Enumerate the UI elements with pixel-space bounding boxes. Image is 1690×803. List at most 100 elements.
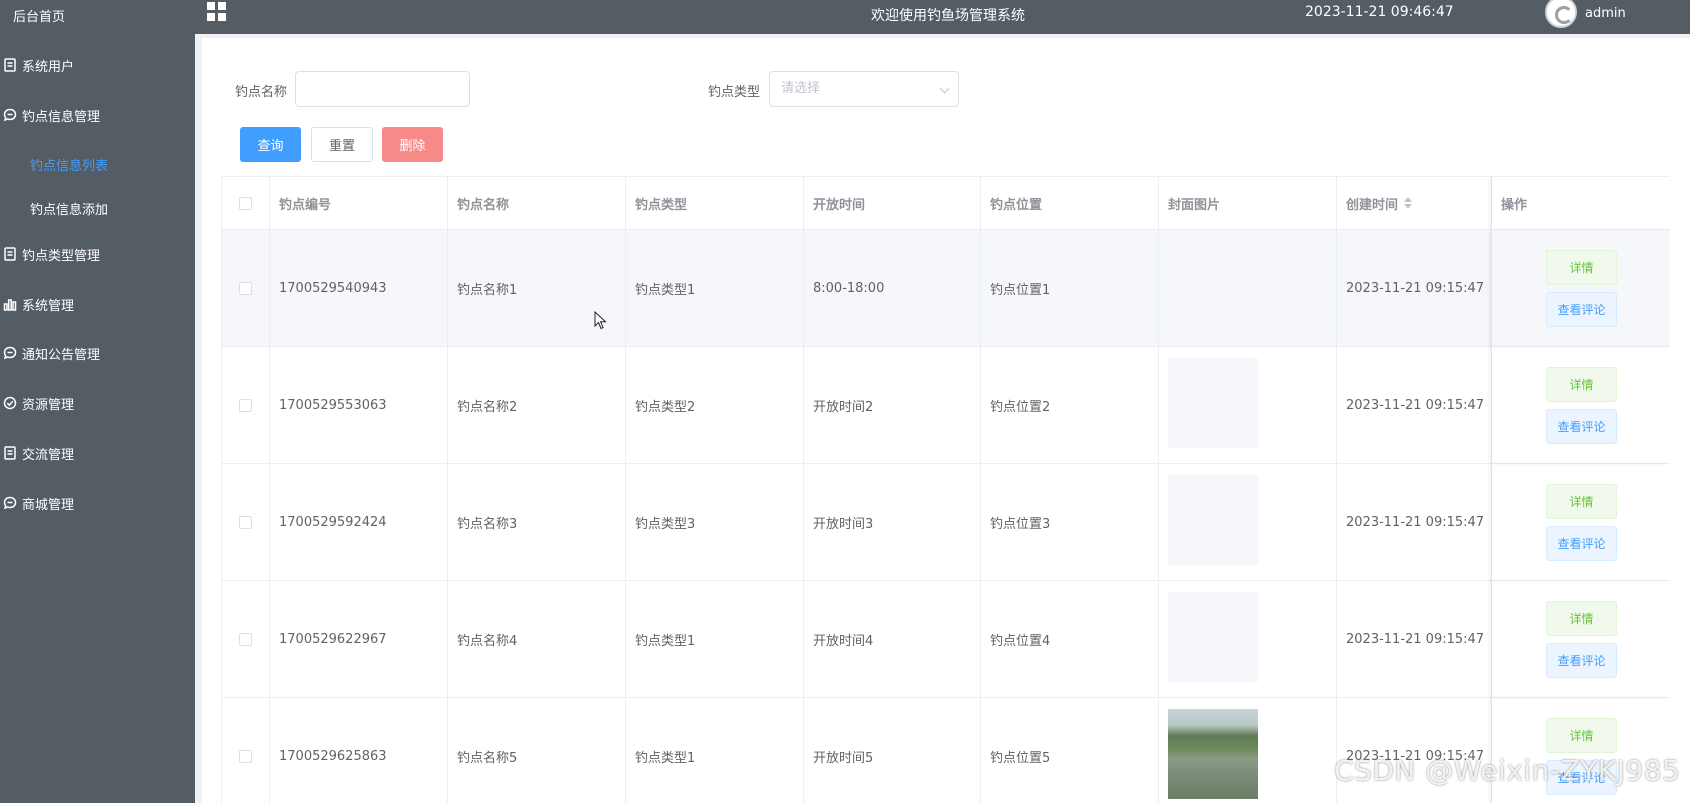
row-checkbox[interactable] [239,632,252,646]
sidebar-item-spot-info[interactable]: 钓点信息管理 [0,103,195,127]
table-cell-type: 钓点类型2 [626,347,804,464]
sidebar-item-mall[interactable]: 商城管理 [0,491,195,515]
table-cell-open-time: 8:00-18:00 [804,230,981,347]
sidebar-item-resource[interactable]: 资源管理 [0,391,195,415]
sidebar-item-label: 钓点类型管理 [22,248,101,264]
view-comments-button[interactable]: 查看评论 [1546,292,1617,327]
delete-button[interactable]: 删除 [382,127,443,162]
sidebar-item-system-users[interactable]: 系统用户 [0,53,195,77]
table-cell-location: 钓点位置3 [981,464,1159,581]
table-cell-created: 2023-11-21 09:15:47 [1337,581,1492,698]
avatar[interactable] [1545,0,1577,28]
document-icon [2,57,18,73]
header-title: 欢迎使用钓鱼场管理系统 [871,8,1025,24]
table-cell-created: 2023-11-21 09:15:47 [1337,698,1492,803]
table-row-checkbox-cell [222,230,270,347]
view-comments-button[interactable]: 查看评论 [1546,409,1617,444]
table-row-checkbox-cell [222,464,270,581]
table-cell-name: 钓点名称5 [448,698,626,803]
row-checkbox[interactable] [239,398,252,412]
sidebar-item-notice[interactable]: 通知公告管理 [0,341,195,365]
table-row-checkbox-cell [222,698,270,803]
reset-button[interactable]: 重置 [311,127,373,162]
row-checkbox[interactable] [239,515,252,529]
detail-button[interactable]: 详情 [1546,367,1617,402]
sidebar-item-label: 系统管理 [22,298,75,314]
spot-type-placeholder: 请选择 [781,81,821,96]
table-cell-open-time: 开放时间2 [804,347,981,464]
table-cell-type: 钓点类型1 [626,698,804,803]
detail-button[interactable]: 详情 [1546,718,1617,753]
table-cell-cover [1159,230,1337,347]
select-all-checkbox[interactable] [239,196,252,210]
sidebar-item-label: 通知公告管理 [22,347,101,363]
bar-chart-icon [2,296,18,312]
table-cell-open-time: 开放时间3 [804,464,981,581]
spot-type-select[interactable]: 请选择 [769,71,959,107]
top-header: 欢迎使用钓鱼场管理系统 2023-11-21 09:46:47 admin [195,0,1690,34]
query-button[interactable]: 查询 [240,127,301,162]
col-header-name: 钓点名称 [448,177,626,230]
detail-button[interactable]: 详情 [1546,250,1617,285]
table-cell-id: 1700529592424 [270,464,448,581]
sidebar-item-exchange[interactable]: 交流管理 [0,441,195,465]
col-header-actions: 操作 [1492,177,1670,230]
spot-type-label: 钓点类型 [708,85,761,100]
table-row-checkbox-cell [222,581,270,698]
table-cell-type: 钓点类型1 [626,230,804,347]
cover-image[interactable] [1168,475,1258,565]
watermark: CSDN @Weixin-ZYKJ985 [1334,754,1681,787]
chat-icon [2,107,18,123]
table-cell-name: 钓点名称2 [448,347,626,464]
sidebar-item-label: 系统用户 [22,59,75,75]
table-cell-actions [1492,464,1670,581]
chat-icon [2,345,18,361]
row-checkbox[interactable] [239,281,252,295]
table-cell-id: 1700529553063 [270,347,448,464]
col-header-created[interactable]: 创建时间 [1337,177,1492,230]
col-header-type: 钓点类型 [626,177,804,230]
table-cell-open-time: 开放时间4 [804,581,981,698]
table-cell-created: 2023-11-21 09:15:47 [1337,464,1492,581]
table-cell-name: 钓点名称4 [448,581,626,698]
table-cell-created: 2023-11-21 09:15:47 [1337,347,1492,464]
table-cell-type: 钓点类型3 [626,464,804,581]
sidebar-item-system[interactable]: 系统管理 [0,292,195,316]
sidebar-subitem-spot-list[interactable]: 钓点信息列表 [30,155,108,174]
view-comments-button[interactable]: 查看评论 [1546,643,1617,678]
sidebar-home[interactable]: 后台首页 [13,6,65,25]
table-cell-id: 1700529540943 [270,230,448,347]
col-header-location: 钓点位置 [981,177,1159,230]
table-cell-actions [1492,581,1670,698]
spot-name-input[interactable] [295,71,470,107]
sidebar-item-label: 交流管理 [22,447,75,463]
table-cell-location: 钓点位置2 [981,347,1159,464]
view-comments-button[interactable]: 查看评论 [1546,526,1617,561]
cover-image[interactable] [1168,592,1258,682]
row-checkbox[interactable] [239,749,252,763]
table-cell-id: 1700529622967 [270,581,448,698]
sort-icon[interactable] [1404,197,1413,209]
sidebar-subitem-spot-add[interactable]: 钓点信息添加 [30,199,108,218]
sidebar-item-label: 钓点信息管理 [22,109,101,125]
table-cell-name: 钓点名称3 [448,464,626,581]
table-cell-location: 钓点位置5 [981,698,1159,803]
detail-button[interactable]: 详情 [1546,484,1617,519]
detail-button[interactable]: 详情 [1546,601,1617,636]
table-cell-actions [1492,347,1670,464]
sidebar-item-spot-type[interactable]: 钓点类型管理 [0,242,195,266]
table-row-checkbox-cell [222,347,270,464]
spot-name-label: 钓点名称 [235,85,288,100]
col-header-id: 钓点编号 [270,177,448,230]
col-header-cover: 封面图片 [1159,177,1337,230]
cover-image[interactable] [1168,709,1258,799]
chat-icon [2,495,18,511]
chevron-down-icon [939,83,950,94]
grid-menu-icon[interactable] [207,2,227,22]
document-icon [2,445,18,461]
sidebar: 后台首页 系统用户 钓点信息管理 钓点信息列表 钓点信息添加 钓点类型管理 系统… [0,0,195,803]
cover-image[interactable] [1168,358,1258,448]
table-cell-location: 钓点位置4 [981,581,1159,698]
select-all-cell [222,177,270,230]
header-username[interactable]: admin [1585,6,1626,21]
